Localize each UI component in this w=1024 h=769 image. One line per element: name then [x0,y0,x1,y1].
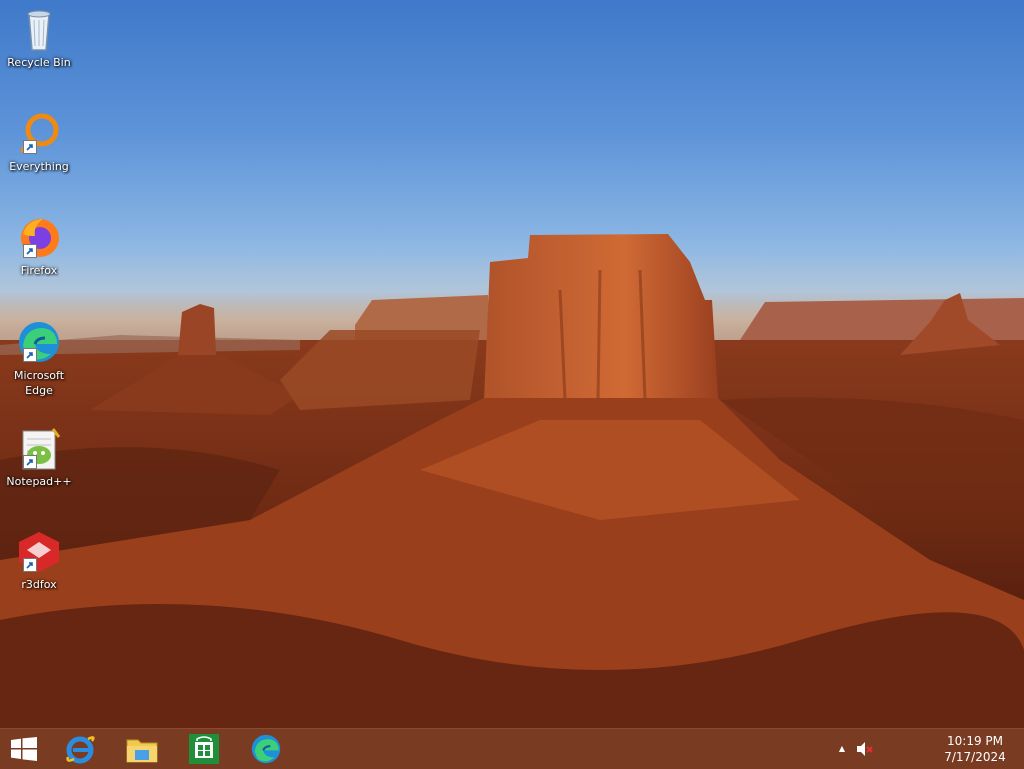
windows-logo-icon [11,737,37,761]
shortcut-arrow-icon [23,455,37,469]
desktop-icon-everything[interactable]: Everything [4,110,74,173]
taskbar-store[interactable] [176,729,232,769]
system-tray: ▲ 10:19 PM 7/17/2024 [834,729,1024,769]
taskbar-microsoft-edge[interactable] [238,729,294,769]
notepadpp-icon [15,425,63,473]
r3dfox-icon [15,528,63,576]
firefox-icon [15,214,63,262]
edge-icon [251,734,281,764]
desktop-icon-label: r3dfox [21,578,57,591]
desktop-icon-label: Recycle Bin [7,56,71,69]
store-icon [189,734,219,764]
shortcut-arrow-icon [23,558,37,572]
desktop-icon-label: Firefox [20,264,58,277]
desktop-icon-label: Notepad++ [6,475,72,488]
shortcut-arrow-icon [23,348,37,362]
desktop-icon-r3dfox[interactable]: r3dfox [4,528,74,591]
taskbar-internet-explorer[interactable] [52,729,108,769]
wallpaper-landscape [0,234,1024,728]
recycle-bin-icon [15,6,63,54]
shortcut-arrow-icon [23,244,37,258]
desktop-icon-microsoft-edge[interactable]: Microsoft Edge [4,318,74,398]
taskbar-file-explorer[interactable] [114,729,170,769]
internet-explorer-icon [66,736,95,764]
clock-time: 10:19 PM [947,734,1003,748]
desktop-icon-label: Microsoft Edge [13,369,65,397]
shortcut-arrow-icon [23,140,37,154]
clock[interactable]: 10:19 PM 7/17/2024 [940,733,1010,765]
taskbar: ▲ 10:19 PM 7/17/2024 [0,728,1024,769]
desktop-icon-recycle-bin[interactable]: Recycle Bin [4,6,74,69]
desktop-icon-label: Everything [9,160,69,173]
clock-date: 7/17/2024 [944,750,1006,764]
folder-icon [126,739,158,763]
everything-icon [15,110,63,158]
desktop-wallpaper: Recycle Bin Everything Firefox Microsoft… [0,0,1024,728]
show-hidden-icons-button[interactable]: ▲ [834,741,850,757]
start-button[interactable] [0,729,48,769]
volume-muted-icon[interactable] [854,739,874,759]
desktop-icons: Recycle Bin Everything Firefox Microsoft… [0,0,80,728]
desktop-icon-firefox[interactable]: Firefox [4,214,74,277]
edge-icon [15,318,63,366]
desktop-icon-notepadpp[interactable]: Notepad++ [4,425,74,488]
